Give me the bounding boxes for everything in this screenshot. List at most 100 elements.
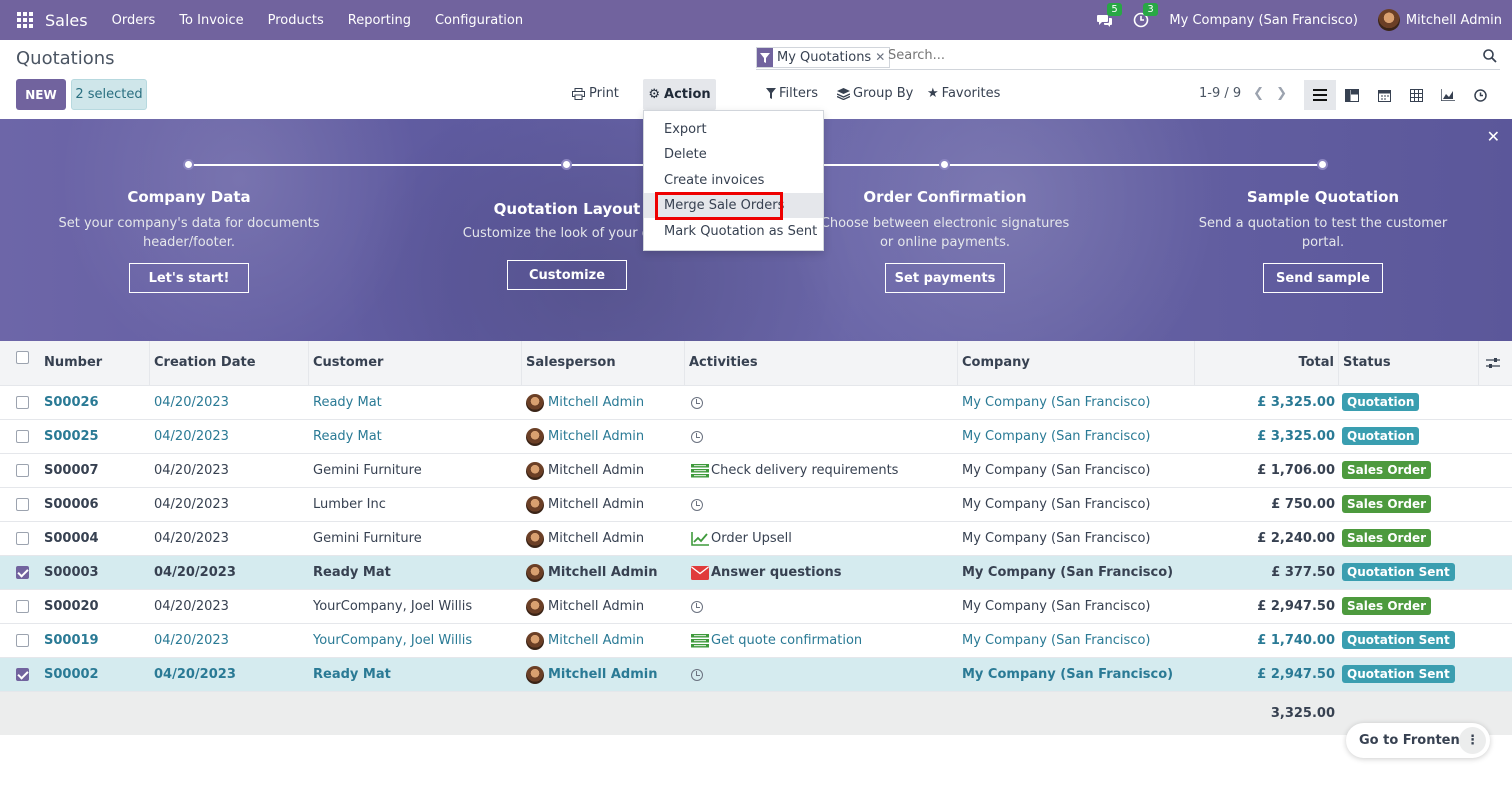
star-icon: ★ — [927, 86, 939, 101]
more-options-icon[interactable]: ⋮ — [1459, 727, 1486, 754]
table-row[interactable]: S00007 04/20/2023 Gemini Furniture Mitch… — [0, 454, 1512, 488]
row-checkbox[interactable] — [16, 396, 29, 409]
cell-number[interactable]: S00004 — [44, 522, 99, 555]
graph-view-icon[interactable] — [1432, 80, 1464, 110]
filters-button[interactable]: Filters — [766, 86, 818, 101]
cell-number[interactable]: S00002 — [44, 658, 99, 691]
menu-item-delete[interactable]: Delete — [644, 142, 823, 167]
new-button[interactable]: NEW — [16, 79, 66, 110]
page-title[interactable]: Quotations — [16, 48, 115, 69]
groupby-button[interactable]: Group By — [837, 86, 913, 101]
menu-reporting[interactable]: Reporting — [348, 13, 411, 28]
table-row[interactable]: S00002 04/20/2023 Ready Mat Mitchell Adm… — [0, 658, 1512, 692]
company-switcher[interactable]: My Company (San Francisco) — [1169, 13, 1357, 28]
search-input[interactable] — [888, 48, 1448, 63]
table-row[interactable]: S00003 04/20/2023 Ready Mat Mitchell Adm… — [0, 556, 1512, 590]
row-checkbox[interactable] — [16, 498, 29, 511]
app-name[interactable]: Sales — [45, 11, 88, 30]
row-checkbox[interactable] — [16, 668, 29, 681]
table-row[interactable]: S00026 04/20/2023 Ready Mat Mitchell Adm… — [0, 386, 1512, 420]
favorites-button[interactable]: ★ Favorites — [927, 86, 1000, 101]
messages-icon[interactable]: 5 — [1097, 3, 1122, 28]
salesperson-name: Mitchell Admin — [548, 531, 645, 546]
pager-value[interactable]: 1-9 / 9 — [1199, 86, 1241, 101]
menu-configuration[interactable]: Configuration — [435, 13, 523, 28]
lets-start-button[interactable]: Let's start! — [129, 263, 249, 293]
set-payments-button[interactable]: Set payments — [885, 263, 1005, 293]
clock-icon[interactable] — [691, 430, 703, 443]
menu-item-export[interactable]: Export — [644, 117, 823, 142]
cell-number[interactable]: S00003 — [44, 556, 99, 589]
row-checkbox[interactable] — [16, 600, 29, 613]
menu-orders[interactable]: Orders — [112, 13, 156, 28]
select-all-checkbox[interactable] — [16, 351, 29, 364]
cell-activity[interactable] — [691, 420, 703, 453]
search-facet[interactable]: My Quotations ✕ — [756, 47, 891, 68]
cell-activity[interactable]: Answer questions — [691, 556, 842, 589]
cell-number[interactable]: S00020 — [44, 590, 99, 623]
pager-next-icon[interactable]: ❯ — [1276, 86, 1287, 101]
cell-activity[interactable] — [691, 658, 703, 691]
menu-item-create-invoices[interactable]: Create invoices — [644, 168, 823, 193]
table-row[interactable]: S00020 04/20/2023 YourCompany, Joel Will… — [0, 590, 1512, 624]
customize-button[interactable]: Customize — [507, 260, 627, 290]
col-total[interactable]: Total — [1195, 341, 1339, 385]
view-switcher — [1304, 80, 1496, 110]
go-to-frontend-button[interactable]: Go to Frontend ⋮ — [1346, 723, 1490, 758]
cell-number[interactable]: S00019 — [44, 624, 99, 657]
clock-icon[interactable] — [691, 600, 703, 613]
apps-menu-icon[interactable] — [17, 12, 33, 28]
print-button[interactable]: Print — [572, 86, 619, 101]
pivot-view-icon[interactable] — [1400, 80, 1432, 110]
cell-activity[interactable]: Order Upsell — [691, 522, 792, 555]
cell-activity[interactable]: Get quote confirmation — [691, 624, 862, 657]
row-checkbox[interactable] — [16, 430, 29, 443]
user-menu[interactable]: Mitchell Admin — [1406, 13, 1502, 28]
row-checkbox[interactable] — [16, 566, 29, 579]
col-company[interactable]: Company — [958, 341, 1195, 385]
pager-prev-icon[interactable]: ❮ — [1253, 86, 1264, 101]
clock-icon[interactable] — [691, 498, 703, 511]
table-row[interactable]: S00006 04/20/2023 Lumber Inc Mitchell Ad… — [0, 488, 1512, 522]
table-row[interactable]: S00025 04/20/2023 Ready Mat Mitchell Adm… — [0, 420, 1512, 454]
col-creation-date[interactable]: Creation Date — [150, 341, 309, 385]
clock-icon[interactable] — [691, 668, 703, 681]
col-number[interactable]: Number — [40, 341, 150, 385]
col-activities[interactable]: Activities — [685, 341, 958, 385]
user-avatar[interactable] — [1377, 9, 1400, 31]
cell-activity[interactable] — [691, 590, 703, 623]
cell-number[interactable]: S00026 — [44, 386, 99, 419]
cell-number[interactable]: S00025 — [44, 420, 99, 453]
col-status[interactable]: Status — [1339, 341, 1479, 385]
table-row[interactable]: S00019 04/20/2023 YourCompany, Joel Will… — [0, 624, 1512, 658]
send-sample-button[interactable]: Send sample — [1263, 263, 1383, 293]
clock-icon[interactable] — [691, 396, 703, 409]
activities-badge: 3 — [1143, 3, 1158, 16]
cell-number[interactable]: S00007 — [44, 454, 99, 487]
search-bar[interactable]: My Quotations ✕ — [756, 46, 1500, 70]
cell-activity[interactable] — [691, 386, 703, 419]
close-icon[interactable]: ✕ — [1487, 127, 1500, 146]
table-row[interactable]: S00004 04/20/2023 Gemini Furniture Mitch… — [0, 522, 1512, 556]
activity-view-icon[interactable] — [1464, 80, 1496, 110]
col-customer[interactable]: Customer — [309, 341, 522, 385]
cell-activity[interactable] — [691, 488, 703, 521]
column-settings-icon[interactable] — [1479, 341, 1512, 385]
cell-activity[interactable]: Check delivery requirements — [691, 454, 898, 487]
calendar-view-icon[interactable] — [1368, 80, 1400, 110]
action-button[interactable]: ⚙ Action — [643, 79, 716, 110]
activities-icon[interactable]: 3 — [1133, 3, 1158, 28]
kanban-view-icon[interactable] — [1336, 80, 1368, 110]
col-salesperson[interactable]: Salesperson — [522, 341, 685, 385]
menu-item-mark-quotation-sent[interactable]: Mark Quotation as Sent — [644, 219, 823, 244]
search-icon[interactable] — [1483, 49, 1497, 67]
row-checkbox[interactable] — [16, 532, 29, 545]
list-view-icon[interactable] — [1304, 80, 1336, 110]
row-checkbox[interactable] — [16, 464, 29, 477]
cell-total: £ 1,740.00 — [1257, 633, 1335, 648]
menu-products[interactable]: Products — [268, 13, 324, 28]
selected-count-badge[interactable]: 2 selected — [71, 79, 147, 110]
menu-to-invoice[interactable]: To Invoice — [179, 13, 243, 28]
row-checkbox[interactable] — [16, 634, 29, 647]
cell-number[interactable]: S00006 — [44, 488, 99, 521]
